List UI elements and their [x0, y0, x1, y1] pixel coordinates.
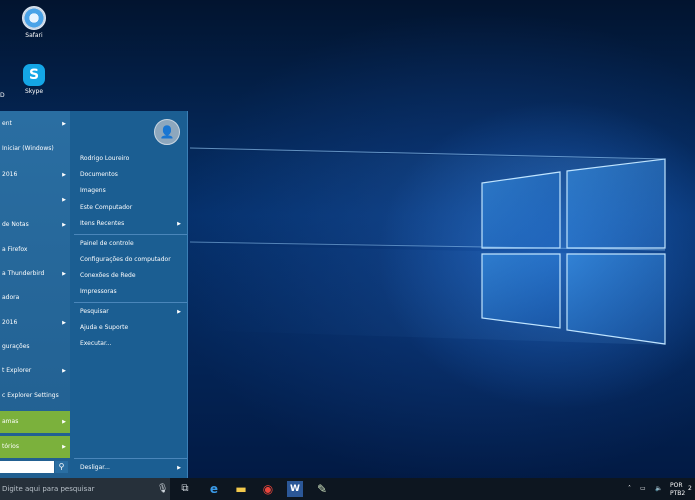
user-avatar-icon[interactable]: 👤 [154, 119, 180, 145]
desktop-icon-skype[interactable]: S Skype [14, 64, 54, 95]
program-item[interactable]: ▶ [0, 193, 70, 207]
desktop-icon-safari[interactable]: Safari [14, 6, 54, 39]
desktop-icon-label: Skype [24, 88, 44, 95]
safari-icon [22, 6, 46, 30]
microphone-icon[interactable]: 🎙 [157, 478, 168, 500]
skype-icon: S [23, 64, 45, 86]
place-item-documents[interactable]: Documentos [80, 168, 185, 182]
tray-chevron-up-icon[interactable]: ˄ [628, 478, 631, 500]
chevron-right-icon: ▶ [62, 197, 66, 203]
word-icon[interactable]: W [287, 481, 303, 497]
divider [74, 234, 187, 235]
chevron-right-icon: ▶ [62, 172, 66, 178]
chevron-right-icon: ▶ [62, 271, 66, 277]
chevron-right-icon: ▶ [177, 309, 181, 315]
chevron-right-icon: ▶ [62, 444, 66, 450]
program-item[interactable]: t Explorer ▶ [0, 364, 70, 378]
program-item[interactable]: a Thunderbird ▶ [0, 267, 70, 281]
places-column: 👤 Rodrigo Loureiro Documentos Imagens Es… [74, 111, 187, 478]
place-item-user[interactable]: Rodrigo Loureiro [80, 152, 185, 166]
program-item[interactable]: de Notas ▶ [0, 218, 70, 232]
desktop-icon-label-partial: D [0, 92, 5, 99]
language-indicator[interactable]: POR PTB2 [670, 482, 685, 498]
network-icon[interactable]: ▭ [640, 478, 646, 500]
chevron-right-icon: ▶ [177, 465, 181, 471]
start-search-input[interactable] [0, 461, 54, 473]
shutdown-button[interactable]: Desligar... ▶ [80, 461, 185, 475]
task-view-icon[interactable]: ⧉ [177, 481, 193, 497]
divider [74, 302, 187, 303]
chevron-right-icon: ▶ [62, 320, 66, 326]
place-item-recent[interactable]: Itens Recentes ▶ [80, 217, 185, 231]
clock[interactable]: 2 [688, 478, 692, 500]
program-item[interactable]: 2016 ▶ [0, 168, 70, 182]
volume-icon[interactable]: 🔈 [655, 478, 662, 500]
place-item-control-panel[interactable]: Painel de controle [80, 237, 185, 251]
chrome-icon[interactable]: ◉ [260, 481, 276, 497]
edge-browser-icon[interactable]: e [206, 481, 222, 497]
place-item-pc-settings[interactable]: Configurações do computador [80, 253, 185, 267]
place-item-printers[interactable]: Impressoras [80, 285, 185, 299]
place-item-help[interactable]: Ajuda e Suporte [80, 321, 185, 335]
place-item-network[interactable]: Conexões de Rede [80, 269, 185, 283]
chevron-right-icon: ▶ [177, 221, 181, 227]
chevron-right-icon: ▶ [62, 121, 66, 127]
place-item-computer[interactable]: Este Computador [80, 201, 185, 215]
start-menu: ent ▶ Iniciar (Windows) 2016 ▶ ▶ de Notas ▶… [0, 111, 188, 478]
programs-column: ent ▶ Iniciar (Windows) 2016 ▶ ▶ de Notas ▶… [0, 111, 70, 478]
program-item[interactable]: Iniciar (Windows) [0, 142, 70, 156]
chevron-right-icon: ▶ [62, 419, 66, 425]
search-icon[interactable]: ⚲ [55, 461, 68, 473]
program-item[interactable]: adora [0, 291, 70, 305]
taskbar: Digite aqui para pesquisar 🎙 ⧉ e ▬ ◉ W ✎… [0, 478, 695, 500]
place-item-run[interactable]: Executar... [80, 337, 185, 351]
program-item[interactable]: 2016 ▶ [0, 316, 70, 330]
divider [74, 458, 187, 459]
program-item[interactable]: c Explorer Settings [0, 389, 70, 403]
program-item-highlighted[interactable]: amas ▶ [0, 411, 70, 433]
program-item[interactable]: ent ▶ [0, 117, 70, 131]
taskbar-search-input[interactable]: Digite aqui para pesquisar 🎙 [0, 478, 170, 500]
program-item-highlighted[interactable]: tórios ▶ [0, 436, 70, 458]
chevron-right-icon: ▶ [62, 222, 66, 228]
desktop-icon-label: Safari [25, 32, 43, 39]
place-item-search[interactable]: Pesquisar ▶ [80, 305, 185, 319]
program-item[interactable]: gurações [0, 340, 70, 354]
chevron-right-icon: ▶ [62, 368, 66, 374]
program-item[interactable]: a Firefox [0, 243, 70, 257]
place-item-images[interactable]: Imagens [80, 184, 185, 198]
app-icon[interactable]: ✎ [314, 481, 330, 497]
file-explorer-icon[interactable]: ▬ [233, 481, 249, 497]
